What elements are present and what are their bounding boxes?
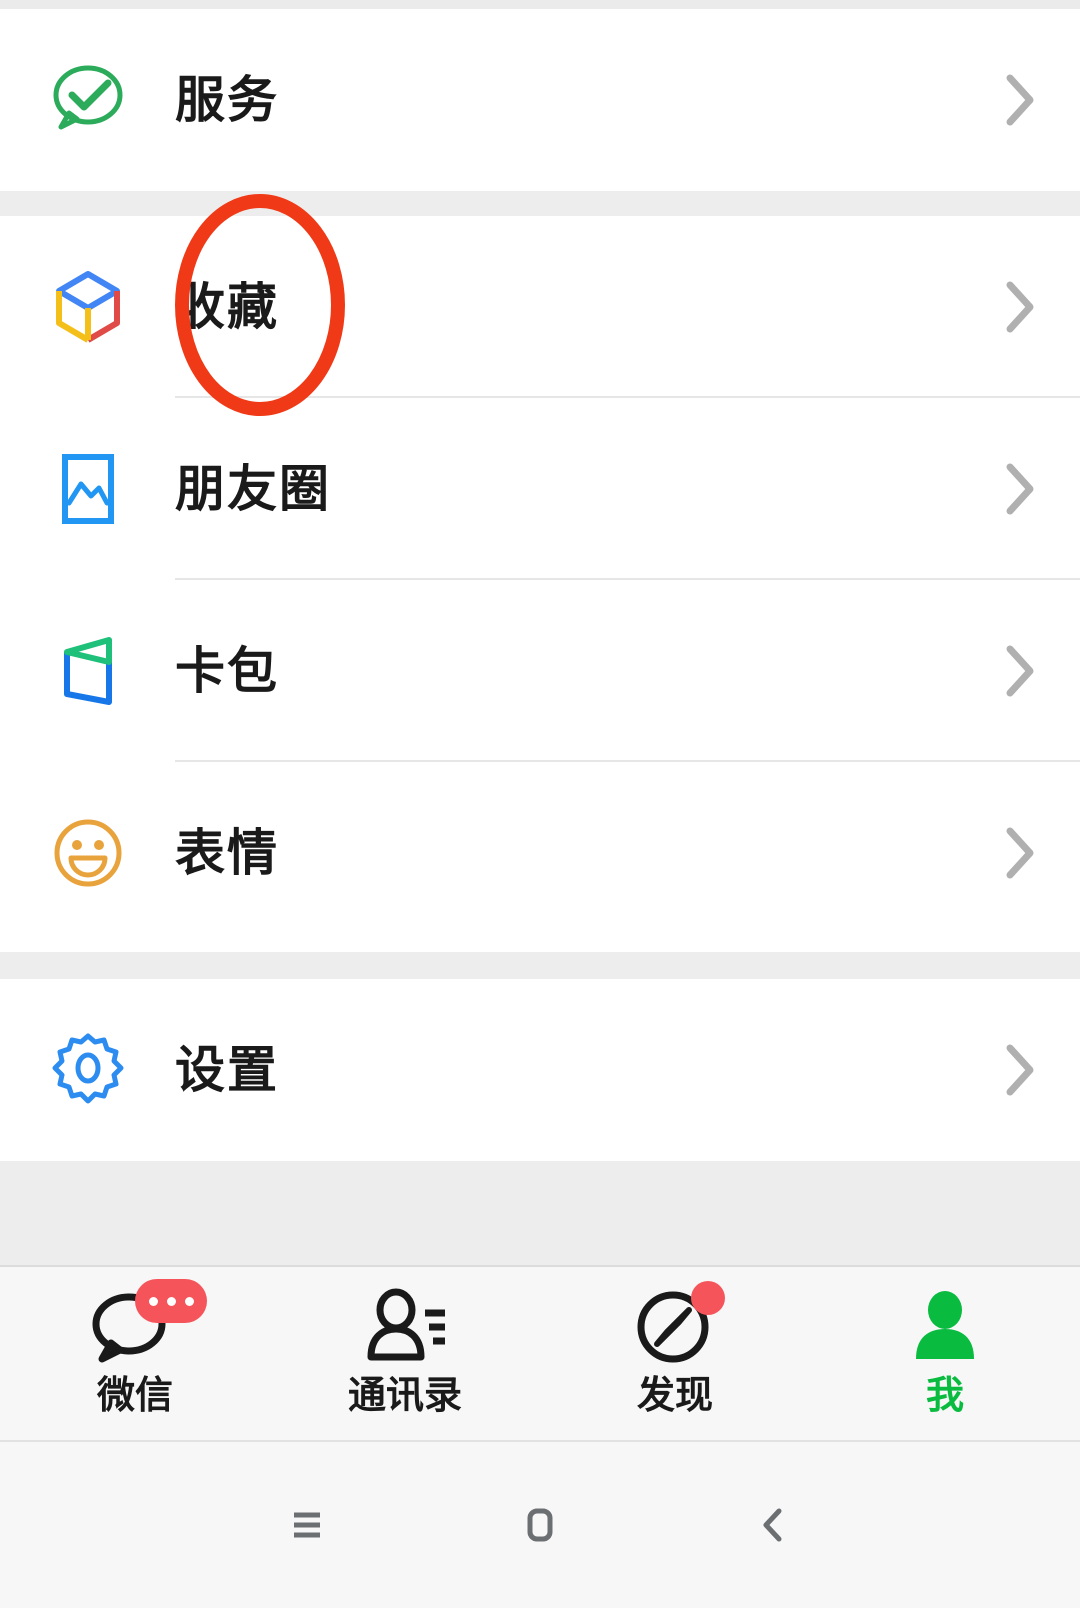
discover-compass-icon [629,1281,725,1371]
notification-dot [691,1281,725,1315]
cards-wallet-icon [0,628,175,714]
list-item-label: 收藏 [175,279,279,335]
android-navbar [0,1440,1080,1608]
services-card: 服务 [0,9,1080,191]
list-item-services[interactable]: 服务 [0,9,1080,191]
tab-wechat[interactable]: 微信 [0,1267,270,1440]
content-card: 收藏 朋友圈 卡包 表情 [0,216,1080,952]
chevron-right-icon [960,1042,1080,1098]
list-item-label: 卡包 [175,643,279,699]
tab-me[interactable]: 我 [810,1267,1080,1440]
list-item-settings[interactable]: 设置 [0,979,1080,1161]
contacts-person-icon [359,1283,451,1371]
services-bubble-check-icon [0,57,175,143]
menu-lines-icon[interactable] [247,1465,367,1585]
list-item-label: 朋友圈 [175,461,331,517]
chevron-right-icon [960,279,1080,335]
list-item-label: 服务 [175,72,279,128]
tab-label: 我 [925,1375,964,1417]
list-item-stickers[interactable]: 表情 [0,762,1080,944]
unread-badge [135,1279,207,1323]
list-item-label: 表情 [175,825,279,881]
chat-bubble-icon [89,1279,207,1371]
tab-label: 通讯录 [347,1375,462,1417]
chevron-right-icon [960,72,1080,128]
tab-label: 发现 [636,1375,713,1417]
tab-label: 微信 [96,1375,173,1417]
settings-card: 设置 [0,979,1080,1161]
chevron-right-icon [960,825,1080,881]
stickers-smiley-icon [0,810,175,896]
list-item-moments[interactable]: 朋友圈 [0,398,1080,580]
section-gap [0,1161,1080,1265]
chevron-right-icon [960,643,1080,699]
bottom-tabbar: 微信 通讯录 发现 我 [0,1265,1080,1440]
home-rounded-rect-icon[interactable] [480,1465,600,1585]
status-strip [0,0,1080,9]
back-chevron-icon[interactable] [713,1465,833,1585]
section-gap [0,191,1080,216]
chevron-right-icon [960,461,1080,517]
section-gap [0,952,1080,979]
tab-contacts[interactable]: 通讯录 [270,1267,540,1440]
list-item-favorites[interactable]: 收藏 [0,216,1080,398]
moments-photo-icon [0,446,175,532]
list-item-cards[interactable]: 卡包 [0,580,1080,762]
wechat-me-screen: 服务 收藏 朋友圈 卡包 表情 设置 微信 通讯录 发现 我 [0,0,1080,1608]
settings-gear-icon [0,1027,175,1113]
me-person-filled-icon [899,1283,991,1371]
favorites-cube-icon [0,264,175,350]
tab-discover[interactable]: 发现 [540,1267,810,1440]
list-item-label: 设置 [175,1042,279,1098]
